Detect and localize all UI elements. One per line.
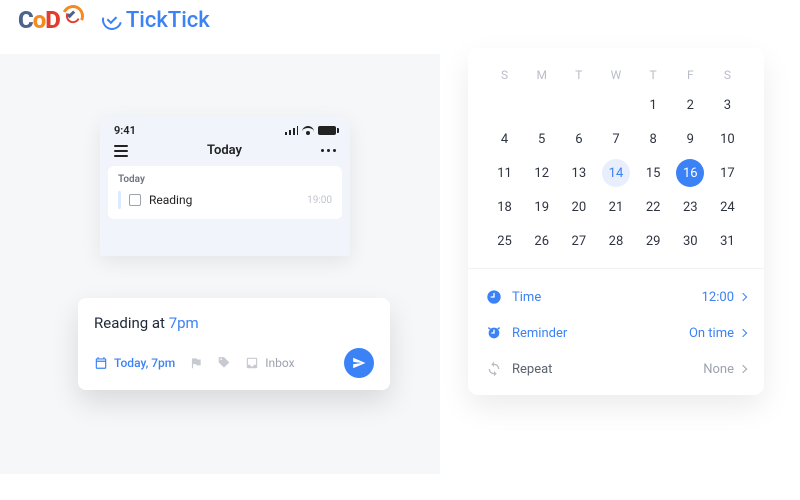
- calendar-day[interactable]: 23: [672, 190, 709, 224]
- inbox-icon: [245, 356, 259, 370]
- calendar-day: [523, 88, 560, 122]
- calendar-day[interactable]: 3: [709, 88, 746, 122]
- reminder-label: Reminder: [512, 326, 567, 341]
- quick-add-smart-date: 7pm: [169, 314, 199, 332]
- task-row[interactable]: Reading 19:00: [118, 191, 332, 209]
- list-chip-label: Inbox: [265, 356, 294, 370]
- task-checkbox[interactable]: [129, 194, 141, 206]
- section-label: Today: [118, 174, 332, 185]
- chevron-right-icon: [739, 293, 747, 301]
- calendar-day[interactable]: 22: [635, 190, 672, 224]
- calendar-day[interactable]: 14: [597, 156, 634, 190]
- weekday-header: T: [635, 62, 672, 88]
- send-button[interactable]: [344, 348, 374, 378]
- calendar-day[interactable]: 27: [560, 224, 597, 258]
- signal-icon: [285, 126, 298, 135]
- calendar-day[interactable]: 31: [709, 224, 746, 258]
- quick-add-card: Reading at 7pm Today, 7pm Inbox: [78, 298, 390, 390]
- calendar-grid: SMTWTFS 12345678910111213141516171819202…: [486, 62, 746, 258]
- calendar-day[interactable]: 30: [672, 224, 709, 258]
- calendar-day[interactable]: 17: [709, 156, 746, 190]
- calendar-day[interactable]: 10: [709, 122, 746, 156]
- calendar-day[interactable]: 7: [597, 122, 634, 156]
- chevron-right-icon: [739, 365, 747, 373]
- task-time: 19:00: [307, 195, 332, 206]
- calendar-day[interactable]: 20: [560, 190, 597, 224]
- repeat-option[interactable]: Repeat None: [486, 351, 746, 387]
- ticktick-check-icon: [98, 6, 125, 33]
- date-chip[interactable]: Today, 7pm: [94, 356, 175, 370]
- app-name: TickTick: [126, 8, 210, 33]
- calendar-day[interactable]: 11: [486, 156, 523, 190]
- priority-icon[interactable]: [189, 356, 203, 370]
- quick-add-input[interactable]: Reading at 7pm: [94, 314, 374, 332]
- task-name: Reading: [149, 193, 192, 207]
- reminder-option[interactable]: Reminder On time: [486, 315, 746, 351]
- calendar-day[interactable]: 15: [635, 156, 672, 190]
- calendar-day[interactable]: 9: [672, 122, 709, 156]
- time-value: 12:00: [702, 290, 734, 305]
- calendar-day[interactable]: 25: [486, 224, 523, 258]
- calendar-day: [597, 88, 634, 122]
- calendar-day[interactable]: 6: [560, 122, 597, 156]
- calendar-day[interactable]: 2: [672, 88, 709, 122]
- weekday-header: F: [672, 62, 709, 88]
- calendar-day[interactable]: 18: [486, 190, 523, 224]
- weekday-header: S: [486, 62, 523, 88]
- weekday-header: T: [560, 62, 597, 88]
- calendar-day[interactable]: 24: [709, 190, 746, 224]
- task-card: Today Reading 19:00: [108, 166, 342, 219]
- weekday-header: W: [597, 62, 634, 88]
- menu-icon[interactable]: [114, 145, 128, 157]
- repeat-value: None: [703, 362, 734, 377]
- weekday-header: S: [709, 62, 746, 88]
- phone-mock: 9:41 Today Today Reading 19:00: [100, 116, 350, 256]
- calendar-day[interactable]: 1: [635, 88, 672, 122]
- task-accent: [118, 191, 121, 209]
- clock: 9:41: [114, 124, 136, 137]
- calendar-day[interactable]: 8: [635, 122, 672, 156]
- battery-icon: [318, 126, 336, 135]
- list-chip[interactable]: Inbox: [245, 356, 294, 370]
- quick-add-text: Reading at: [94, 314, 169, 332]
- ticktick-logo: TickTick: [102, 8, 210, 33]
- clock-icon: [486, 289, 502, 305]
- reminder-value: On time: [689, 326, 734, 341]
- time-label: Time: [512, 290, 541, 305]
- chevron-right-icon: [739, 329, 747, 337]
- calendar-day[interactable]: 13: [560, 156, 597, 190]
- repeat-label: Repeat: [512, 362, 552, 377]
- more-icon[interactable]: [321, 149, 336, 152]
- screen-title: Today: [207, 143, 242, 158]
- tag-icon[interactable]: [217, 356, 231, 370]
- date-picker-panel: SMTWTFS 12345678910111213141516171819202…: [468, 48, 764, 395]
- calendar-day[interactable]: 28: [597, 224, 634, 258]
- preview-stage: 9:41 Today Today Reading 19:00 Reading a…: [0, 54, 440, 474]
- calendar-day[interactable]: 26: [523, 224, 560, 258]
- repeat-icon: [486, 361, 502, 377]
- calendar-day[interactable]: 19: [523, 190, 560, 224]
- date-chip-label: Today, 7pm: [114, 356, 175, 370]
- alarm-icon: [486, 325, 502, 341]
- codx-logo: CoD: [18, 6, 84, 34]
- calendar-day[interactable]: 16: [672, 156, 709, 190]
- calendar-day[interactable]: 4: [486, 122, 523, 156]
- calendar-day: [560, 88, 597, 122]
- status-bar: 9:41: [100, 116, 350, 141]
- calendar-day[interactable]: 21: [597, 190, 634, 224]
- send-icon: [352, 356, 366, 370]
- calendar-icon: [94, 356, 108, 370]
- time-option[interactable]: Time 12:00: [486, 279, 746, 315]
- calendar-day[interactable]: 29: [635, 224, 672, 258]
- weekday-header: M: [523, 62, 560, 88]
- calendar-day[interactable]: 5: [523, 122, 560, 156]
- calendar-day[interactable]: 12: [523, 156, 560, 190]
- wifi-icon: [302, 126, 314, 135]
